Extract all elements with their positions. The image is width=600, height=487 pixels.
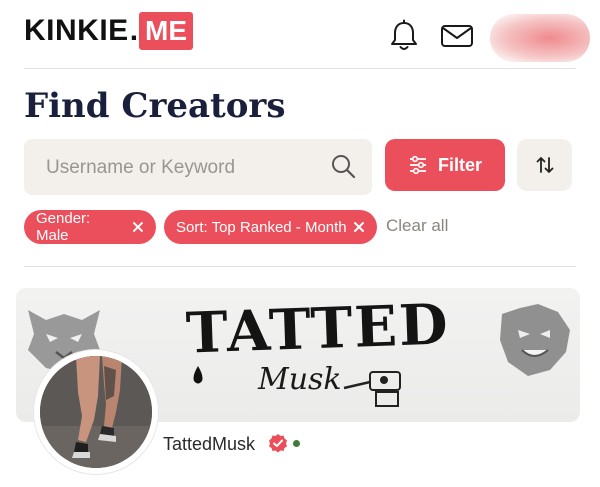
logo-badge: ME xyxy=(139,12,194,50)
creator-name[interactable]: TattedMusk xyxy=(163,434,255,455)
logo-text: KINKIE xyxy=(24,14,129,47)
search-icon[interactable] xyxy=(330,153,356,179)
filter-button-label: Filter xyxy=(437,154,482,175)
creator-avatar-photo xyxy=(40,356,152,468)
close-icon[interactable] xyxy=(353,221,365,233)
site-logo[interactable]: KINKIE . ME xyxy=(24,12,194,50)
close-icon[interactable] xyxy=(132,221,144,233)
filter-chip-sort[interactable]: Sort: Top Ranked - Month xyxy=(164,210,377,244)
creator-avatar[interactable] xyxy=(40,356,152,468)
banner-title: TATTED xyxy=(184,291,451,367)
logo-dot: . xyxy=(129,14,139,47)
ink-drop-icon xyxy=(193,366,203,384)
filter-chip-label: Sort: Top Ranked - Month xyxy=(176,218,347,236)
user-avatar[interactable] xyxy=(490,14,590,62)
sliders-icon xyxy=(409,155,426,175)
sort-arrows-icon xyxy=(536,157,553,173)
filter-chip-gender[interactable]: Gender: Male xyxy=(24,210,156,244)
filter-button[interactable]: Filter xyxy=(385,139,505,191)
bell-icon[interactable] xyxy=(386,18,422,54)
online-status-dot xyxy=(293,440,300,447)
filter-chip-label: Gender: Male xyxy=(36,210,91,244)
filters-divider xyxy=(24,266,576,267)
banner-script-text: Musk xyxy=(258,362,342,397)
sort-button[interactable] xyxy=(517,139,572,191)
verified-badge-icon xyxy=(269,434,287,453)
header-divider xyxy=(24,68,576,69)
search-field[interactable] xyxy=(24,139,372,197)
page-title: Find Creators xyxy=(24,86,286,126)
mail-icon[interactable] xyxy=(439,18,475,54)
clear-all-link[interactable]: Clear all xyxy=(386,216,448,236)
tattoo-machine-icon xyxy=(343,371,401,407)
search-input[interactable] xyxy=(24,139,338,197)
panther-head-right-icon xyxy=(500,304,570,376)
